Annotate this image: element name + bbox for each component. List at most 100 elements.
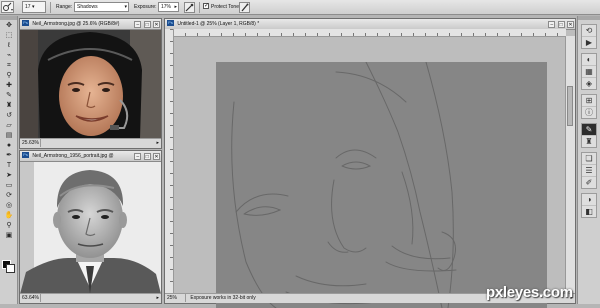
eyedropper-tool-icon[interactable]: ⚲ (1, 71, 17, 80)
pen-tool-icon[interactable]: ✒ (1, 151, 17, 160)
close-button[interactable]: ✕ (153, 21, 160, 28)
panel-dock: ⟲ ▶ ◐ ▦ ◈ ⊞ ⓘ ✎ ♜ ❏ ☰ ✐ ◑ ◧ (577, 16, 600, 304)
shape-tool-icon[interactable]: ▭ (1, 181, 17, 190)
brush-tool-icon[interactable]: ✎ (1, 91, 17, 100)
portrait-photo (20, 162, 161, 294)
pasteboard[interactable] (174, 37, 566, 308)
navigator-icon[interactable]: ⊞ (582, 95, 596, 107)
minimize-button[interactable]: – (548, 21, 556, 28)
quick-select-tool-icon[interactable]: ⌁ (1, 51, 17, 60)
hand-tool-icon[interactable]: ✋ (1, 211, 17, 220)
note-tool-icon[interactable]: ▣ (1, 231, 17, 240)
photoshop-doc-icon: Ps (22, 20, 29, 26)
panel-group: ◐ ▦ ◈ (581, 53, 597, 90)
healing-brush-tool-icon[interactable]: ✚ (1, 81, 17, 90)
document-titlebar[interactable]: Ps Neil_Armstrong_1956_portrait.jpg @ – … (20, 151, 161, 162)
background-color-swatch[interactable] (6, 264, 15, 273)
type-tool-icon[interactable]: T (1, 161, 17, 170)
maximize-button[interactable]: □ (143, 153, 151, 160)
actions-icon[interactable]: ▶ (582, 37, 596, 48)
pencil-sketch (231, 62, 457, 308)
document-title: Untitled-1 @ 25% (Layer 1, RGB/8) * (177, 21, 260, 27)
tool-preset-picker[interactable] (1, 1, 14, 13)
vertical-ruler[interactable] (165, 29, 174, 294)
zoom-tool-icon[interactable]: ⚲ (1, 221, 17, 230)
exposure-label: Exposure: (134, 4, 157, 10)
chevron-down-icon: ▾ (31, 4, 35, 10)
chevron-right-icon[interactable]: ▸ (156, 139, 159, 147)
brush-preset-picker[interactable]: 17 ▾ (22, 1, 46, 13)
tools-panel: ✥ ⬚ ℓ ⌁ ⌗ ⚲ ✚ ✎ ♜ ↺ ▱ ▤ ● ✒ T ➤ ▭ ⟳ ◎ ✋ … (0, 16, 18, 304)
3d-orbit-tool-icon[interactable]: ◎ (1, 201, 17, 210)
close-button[interactable]: ✕ (153, 153, 160, 160)
marquee-tool-icon[interactable]: ⬚ (1, 31, 17, 40)
vertical-scrollbar[interactable] (565, 36, 575, 294)
document-window[interactable]: Ps Neil_Armstrong_1956_portrait.jpg @ – … (19, 150, 162, 304)
lasso-tool-icon[interactable]: ℓ (1, 41, 17, 50)
protect-tones-label: Protect Tones (211, 4, 242, 10)
panel-grip[interactable] (0, 16, 17, 20)
masks-icon[interactable]: ◧ (582, 206, 596, 217)
panel-group: ✎ ♜ (581, 123, 597, 148)
protect-tones-checkbox[interactable]: ✓ (203, 3, 209, 9)
panel-group: ⊞ ⓘ (581, 94, 597, 119)
swatches-icon[interactable]: ▦ (582, 66, 596, 78)
checkmark-icon: ✓ (204, 3, 210, 9)
channels-icon[interactable]: ☰ (582, 165, 596, 177)
document-statusbar: 25.63% ▸ (20, 138, 161, 148)
color-icon[interactable]: ◐ (582, 54, 596, 66)
clone-source-icon[interactable]: ♜ (582, 136, 596, 147)
burn-tool-icon (3, 2, 13, 11)
styles-icon[interactable]: ◈ (582, 78, 596, 89)
path-select-tool-icon[interactable]: ➤ (1, 171, 17, 180)
document-window[interactable]: Ps Neil_Armstrong.jpg @ 25.6% (RGB/8#) –… (19, 18, 162, 149)
history-icon[interactable]: ⟲ (582, 25, 596, 37)
gradient-tool-icon[interactable]: ▤ (1, 131, 17, 140)
clone-stamp-tool-icon[interactable]: ♜ (1, 101, 17, 110)
photoshop-doc-icon: Ps (22, 152, 29, 158)
chevron-right-icon[interactable]: ▸ (156, 294, 159, 302)
3d-rotate-tool-icon[interactable]: ⟳ (1, 191, 17, 200)
move-tool-icon[interactable]: ✥ (1, 21, 17, 30)
history-brush-tool-icon[interactable]: ↺ (1, 111, 17, 120)
info-icon[interactable]: ⓘ (582, 107, 596, 118)
crop-tool-icon[interactable]: ⌗ (1, 61, 17, 70)
panel-group: ❏ ☰ ✐ (581, 152, 597, 189)
adjustments-icon[interactable]: ◑ (582, 194, 596, 206)
panel-group: ◑ ◧ (581, 193, 597, 218)
close-button[interactable]: ✕ (567, 21, 574, 28)
layers-icon[interactable]: ❏ (582, 153, 596, 165)
minimize-button[interactable]: – (134, 153, 142, 160)
sketch-canvas[interactable] (216, 62, 547, 308)
minimize-button[interactable]: – (134, 21, 142, 28)
document-canvas[interactable] (20, 162, 161, 294)
brush-size-value: 17 (25, 4, 31, 10)
photoshop-doc-icon: Ps (167, 20, 174, 26)
divider (50, 2, 51, 13)
zoom-level[interactable]: 63.64% (20, 294, 41, 302)
range-select[interactable]: Shadows ▾ (74, 2, 129, 12)
panel-grip[interactable] (578, 16, 600, 20)
dodge-tool-icon[interactable]: ● (1, 141, 17, 150)
tablet-pressure-button[interactable] (239, 2, 250, 13)
options-bar: 17 ▾ Range: Shadows ▾ Exposure: 17% ▸ ✓ … (0, 0, 600, 15)
airbrush-toggle-button[interactable] (184, 2, 195, 13)
panel-group: ⟲ ▶ (581, 24, 597, 49)
brushes-icon[interactable]: ✎ (582, 124, 596, 136)
document-statusbar: 63.64% ▸ (20, 293, 161, 303)
zoom-level[interactable]: 25.63% (20, 139, 41, 147)
paths-icon[interactable]: ✐ (582, 177, 596, 188)
document-title: Neil_Armstrong.jpg @ 25.6% (RGB/8#) (32, 21, 120, 27)
main-document-window[interactable]: Ps Untitled-1 @ 25% (Layer 1, RGB/8) * –… (164, 18, 576, 308)
scrollbar-thumb[interactable] (567, 86, 573, 126)
horizontal-ruler[interactable] (173, 29, 566, 37)
zoom-level[interactable]: 25% (165, 294, 186, 302)
eraser-tool-icon[interactable]: ▱ (1, 121, 17, 130)
document-canvas[interactable] (20, 30, 161, 139)
document-titlebar[interactable]: Ps Neil_Armstrong.jpg @ 25.6% (RGB/8#) –… (20, 19, 161, 30)
exposure-input[interactable]: 17% ▸ (158, 2, 179, 12)
document-title: Neil_Armstrong_1956_portrait.jpg @ (32, 153, 114, 159)
maximize-button[interactable]: □ (557, 21, 565, 28)
maximize-button[interactable]: □ (143, 21, 151, 28)
chevron-down-icon: ▾ (124, 4, 127, 10)
